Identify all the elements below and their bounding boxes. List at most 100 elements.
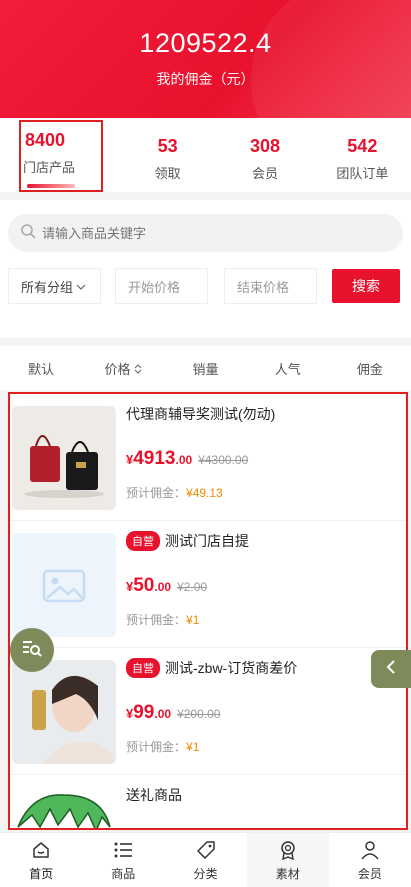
price-integer: 99 [133, 702, 155, 723]
search-box[interactable] [8, 214, 403, 252]
price-decimal: .00 [175, 453, 193, 467]
chevron-left-icon [385, 659, 397, 680]
original-price: ¥2.00 [177, 580, 208, 594]
product-price: ¥99.00 [126, 702, 171, 724]
tab-materials[interactable]: 素材 [246, 833, 329, 887]
stat-label: 会员 [251, 166, 278, 181]
tab-label: 会员 [357, 867, 382, 881]
estimated-commission: 预计佣金：¥1 [126, 611, 406, 628]
commission-value: ¥1 [186, 740, 200, 754]
price-decimal: .00 [154, 580, 172, 594]
product-title-text: 送礼商品 [126, 787, 182, 803]
product-image-cartoon [12, 787, 116, 828]
product-info: 自营 测试门店自提 ¥50.00 ¥2.00 预计佣金：¥1 [126, 521, 406, 647]
commission-value: ¥49.13 [186, 486, 223, 500]
search-icon [20, 223, 36, 244]
list-search-icon [21, 637, 43, 664]
tab-products[interactable]: 商品 [82, 833, 164, 887]
start-price-input[interactable]: 开始价格 [115, 268, 208, 304]
stat-team-orders[interactable]: 542 团队订单 [314, 118, 411, 192]
product-title-text: 测试门店自提 [165, 533, 249, 549]
product-price: ¥50.00 [126, 575, 171, 597]
product-item[interactable]: 送礼商品 [10, 775, 406, 828]
estimated-commission: 预计佣金：¥49.13 [126, 484, 406, 501]
product-title: 代理商辅导奖测试(勿动) [126, 404, 406, 424]
sort-default[interactable]: 默认 [0, 359, 82, 378]
price-row: ¥4913.00 ¥4300.00 [126, 448, 406, 470]
search-panel: 所有分组 开始价格 结束价格 搜索 [0, 200, 411, 338]
filter-list-fab[interactable] [10, 628, 54, 672]
search-button[interactable]: 搜索 [332, 269, 400, 303]
search-input[interactable] [42, 225, 362, 241]
original-price: ¥4300.00 [198, 453, 249, 467]
active-indicator [27, 184, 75, 188]
estimated-commission: 预计佣金：¥1 [126, 738, 406, 755]
tab-label: 分类 [193, 867, 218, 881]
commission-label: 预计佣金： [126, 740, 187, 754]
tab-label: 商品 [111, 867, 136, 881]
commission-header: 1209522.4 我的佣金（元） [0, 0, 411, 118]
price-row: ¥50.00 ¥2.00 [126, 575, 406, 597]
original-price: ¥200.00 [177, 707, 221, 721]
tag-icon [164, 839, 246, 863]
sort-popularity[interactable]: 人气 [247, 359, 329, 378]
product-info: 送礼商品 [126, 775, 406, 828]
product-title: 送礼商品 [126, 785, 406, 805]
stat-value: 542 [347, 136, 378, 156]
stat-claimed[interactable]: 53 领取 [119, 118, 216, 192]
self-operated-badge: 自营 [126, 531, 160, 551]
group-select-label: 所有分组 [21, 279, 74, 295]
product-list: 代理商辅导奖测试(勿动) ¥4913.00 ¥4300.00 预计佣金：¥49.… [8, 392, 408, 830]
product-title-text: 测试-zbw-订货商差价 [165, 660, 298, 676]
stat-store-products[interactable]: 8400 门店产品 [19, 120, 103, 192]
price-integer: 4913 [133, 448, 176, 469]
tab-label: 素材 [275, 867, 300, 881]
store-products-page: 1209522.4 我的佣金（元） 8400 门店产品 53 领取 308 会员… [0, 0, 411, 887]
commission-label: 我的佣金（元） [156, 71, 255, 87]
price-integer: 50 [133, 575, 155, 596]
tab-member[interactable]: 会员 [329, 833, 411, 887]
stat-value: 53 [157, 136, 178, 156]
product-title: 自营 测试-zbw-订货商差价 [126, 658, 406, 678]
product-info: 自营 测试-zbw-订货商差价 ¥99.00 ¥200.00 预计佣金：¥1 [126, 648, 406, 774]
end-price-input[interactable]: 结束价格 [224, 268, 317, 304]
self-operated-badge: 自营 [126, 658, 160, 678]
product-title: 自营 测试门店自提 [126, 531, 406, 551]
user-icon [329, 839, 411, 863]
home-icon [0, 839, 82, 863]
sort-price[interactable]: 价格 [82, 359, 164, 378]
product-info: 代理商辅导奖测试(勿动) ¥4913.00 ¥4300.00 预计佣金：¥49.… [126, 394, 406, 520]
tab-label: 首页 [29, 867, 54, 881]
stat-label: 门店产品 [23, 160, 76, 175]
stat-label: 领取 [154, 166, 181, 181]
commission-amount: 1209522.4 [139, 28, 272, 58]
sort-sales[interactable]: 销量 [164, 359, 246, 378]
product-item[interactable]: 自营 测试-zbw-订货商差价 ¥99.00 ¥200.00 预计佣金：¥1 [10, 648, 406, 775]
sort-commission[interactable]: 佣金 [329, 359, 411, 378]
chevron-down-icon [76, 279, 86, 294]
filter-row: 所有分组 开始价格 结束价格 搜索 [8, 268, 403, 304]
stat-value: 308 [249, 136, 281, 156]
price-decimal: .00 [154, 707, 172, 721]
product-image-placeholder [12, 533, 116, 637]
product-item[interactable]: 自营 测试门店自提 ¥50.00 ¥2.00 预计佣金：¥1 [10, 521, 406, 648]
product-image-model [12, 660, 116, 764]
badge-icon [247, 839, 329, 863]
price-row: ¥99.00 ¥200.00 [126, 702, 406, 724]
group-select[interactable]: 所有分组 [8, 268, 101, 304]
sort-bar: 默认 价格 销量 人气 佣金 [0, 346, 411, 390]
stat-value: 8400 [25, 130, 66, 150]
tab-category[interactable]: 分类 [164, 833, 246, 887]
list-icon [82, 839, 164, 863]
stat-label: 团队订单 [336, 166, 389, 181]
commission-value: ¥1 [186, 613, 200, 627]
product-title-text: 代理商辅导奖测试(勿动) [126, 406, 276, 422]
sort-price-label: 价格 [104, 361, 131, 377]
tab-home[interactable]: 首页 [0, 833, 82, 887]
commission-label: 预计佣金： [126, 486, 187, 500]
stat-members[interactable]: 308 会员 [216, 118, 313, 192]
side-collapse-tab[interactable] [371, 650, 411, 688]
product-item[interactable]: 代理商辅导奖测试(勿动) ¥4913.00 ¥4300.00 预计佣金：¥49.… [10, 394, 406, 521]
stats-row: 8400 门店产品 53 领取 308 会员 542 团队订单 [0, 118, 411, 192]
bottom-tabbar: 首页 商品 分类 素材 会员 [0, 832, 411, 887]
